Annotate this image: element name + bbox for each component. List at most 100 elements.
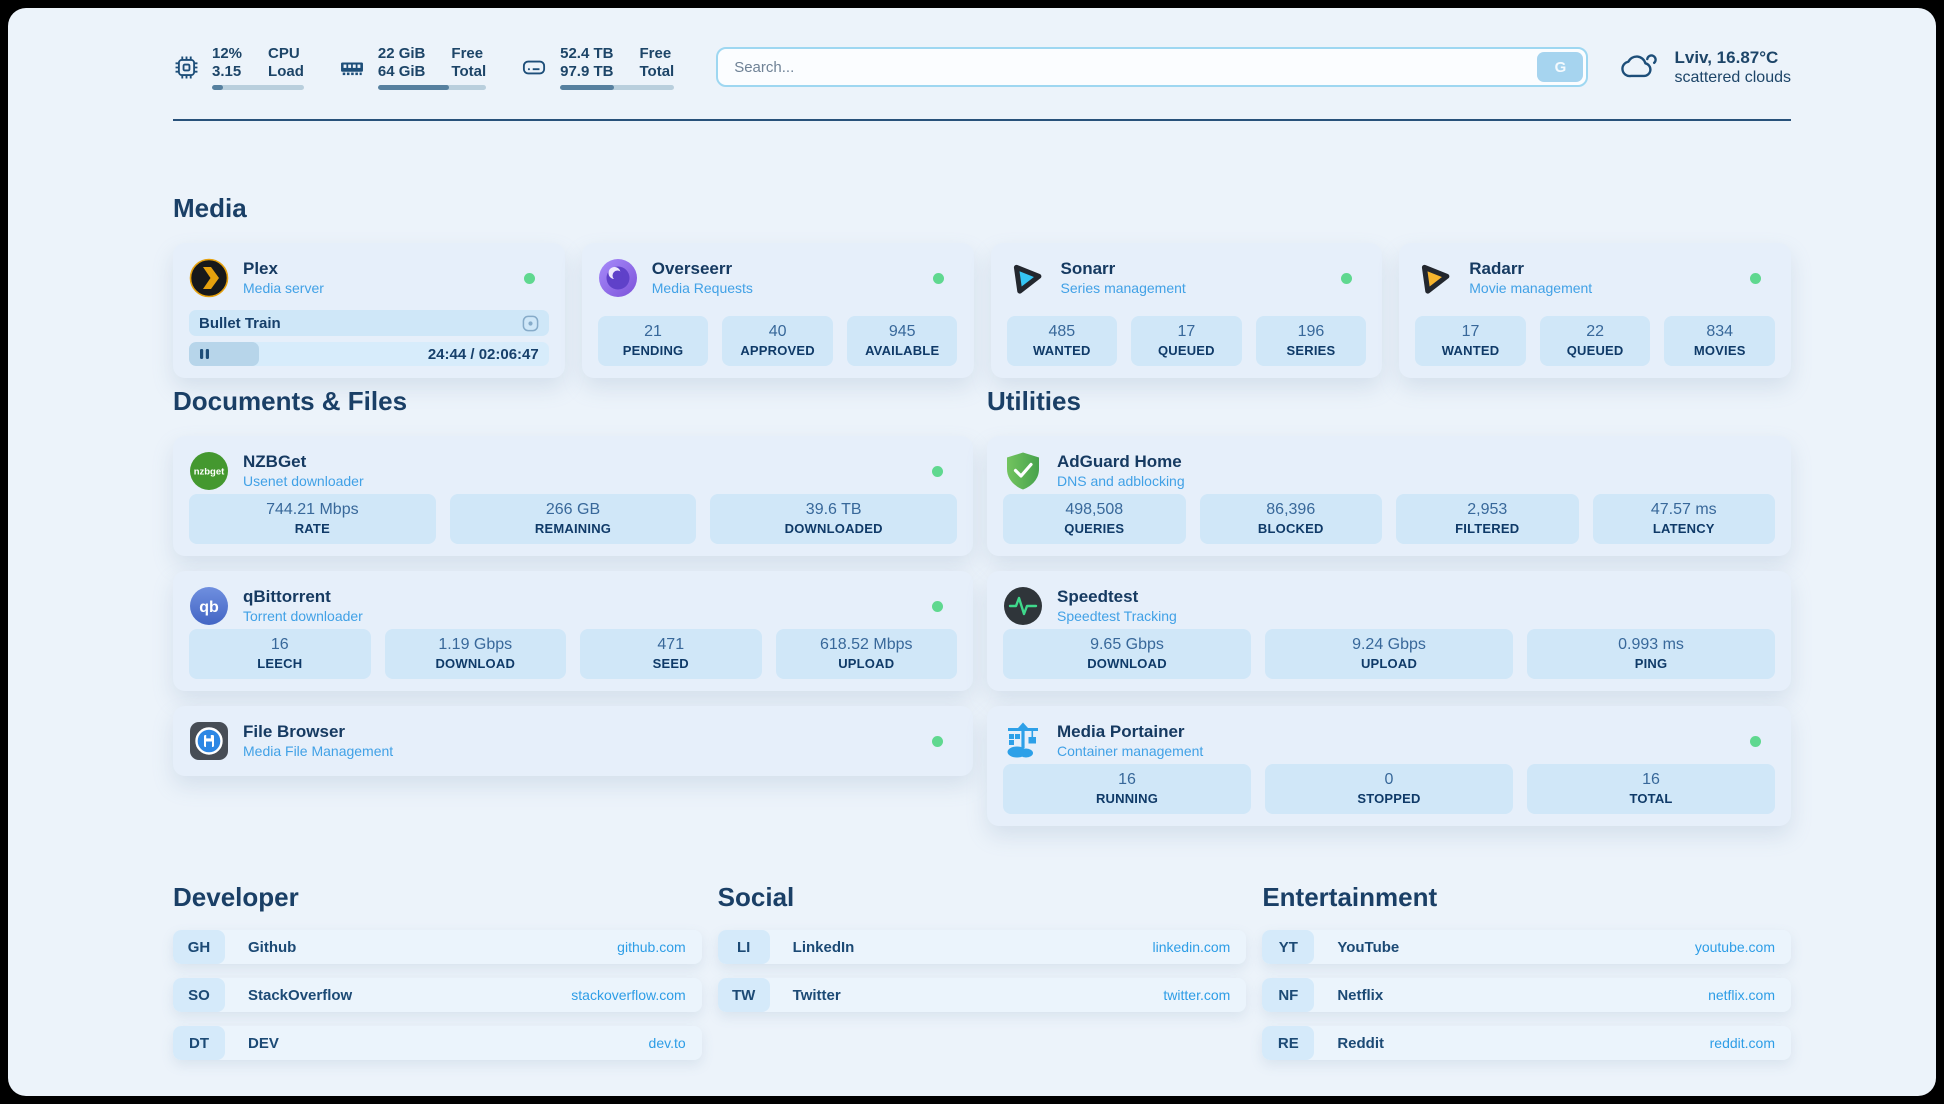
plex-link[interactable]: Plex Media server: [189, 255, 549, 301]
stats-row: 9.65 Gbps DOWNLOAD 9.24 Gbps UPLOAD 0.99…: [1003, 629, 1775, 679]
bookmark-tag: LI: [718, 930, 770, 964]
svg-text:qb: qb: [199, 599, 219, 616]
cpu-value-percent: 12%: [212, 45, 242, 62]
speedtest-link[interactable]: Speedtest Speedtest Tracking: [1003, 583, 1775, 629]
stat-pill: 485 WANTED: [1007, 316, 1118, 366]
bookmark-stackoverflow[interactable]: SO StackOverflow stackoverflow.com: [173, 978, 702, 1012]
app-name: Radarr: [1469, 259, 1592, 279]
entertainment-heading: Entertainment: [1262, 880, 1791, 914]
stat-pill: 16 RUNNING: [1003, 764, 1251, 814]
utilities-section: Utilities AdGuard Home: [987, 384, 1791, 841]
sonarr-card: Sonarr Series management 485 WANTED 17 Q…: [991, 243, 1383, 378]
stat-label: BLOCKED: [1204, 520, 1379, 537]
app-desc: Torrent downloader: [243, 608, 363, 625]
search-engine-button[interactable]: G: [1537, 52, 1583, 82]
bookmark-tag: DT: [173, 1026, 225, 1060]
developer-column: Developer GH Github github.com SO StackO…: [173, 880, 702, 1074]
stat-pill: 498,508 QUERIES: [1003, 494, 1186, 544]
stat-pill: 22 QUEUED: [1540, 316, 1651, 366]
stats-row: 17 WANTED 22 QUEUED 834 MOVIES: [1415, 316, 1775, 366]
app-desc: Media server: [243, 280, 324, 297]
stats-row: 16 LEECH 1.19 Gbps DOWNLOAD 471 SEED 618…: [189, 629, 957, 679]
app-desc: Container management: [1057, 743, 1203, 760]
stats-row: 744.21 Mbps RATE 266 GB REMAINING 39.6 T…: [189, 494, 957, 544]
bookmark-github[interactable]: GH Github github.com: [173, 930, 702, 964]
nzbget-card: nzbget NZBGet Usenet downloader 744.21 M…: [173, 436, 973, 556]
plex-card: Plex Media server Bullet Train: [173, 243, 565, 378]
cpu-metric: 12% 3.15 CPU Load: [173, 45, 304, 90]
bookmark-url: linkedin.com: [1153, 939, 1231, 955]
bookmarks-section: Developer GH Github github.com SO StackO…: [173, 880, 1791, 1074]
bookmark-name: StackOverflow: [248, 987, 352, 1004]
bookmark-tag: SO: [173, 978, 225, 1012]
cpu-progress-fill: [212, 85, 223, 90]
bookmark-tag: RE: [1262, 1026, 1314, 1060]
bookmark-netflix[interactable]: NF Netflix netflix.com: [1262, 978, 1791, 1012]
app-desc: Series management: [1061, 280, 1186, 297]
overseerr-link[interactable]: Overseerr Media Requests: [598, 255, 958, 301]
stat-pill: 17 WANTED: [1415, 316, 1526, 366]
system-metrics: 12% 3.15 CPU Load: [173, 45, 674, 90]
stat-value: 9.24 Gbps: [1269, 635, 1509, 655]
stat-pill: 9.24 Gbps UPLOAD: [1265, 629, 1513, 679]
social-column: Social LI LinkedIn linkedin.com TW Twitt…: [718, 880, 1247, 1074]
stat-label: DOWNLOAD: [1007, 655, 1247, 672]
disk-metric: 52.4 TB 97.9 TB Free Total: [520, 45, 674, 90]
stats-row: 16 RUNNING 0 STOPPED 16 TOTAL: [1003, 764, 1775, 814]
stat-pill: 16 TOTAL: [1527, 764, 1775, 814]
ram-value-free: 22 GiB: [378, 45, 426, 62]
overseerr-icon: [598, 258, 638, 298]
stats-row: 21 PENDING 40 APPROVED 945 AVAILABLE: [598, 316, 958, 366]
stat-pill: 266 GB REMAINING: [450, 494, 697, 544]
status-dot-online: [1750, 273, 1761, 284]
cpu-label-1: CPU: [268, 45, 304, 62]
stat-value: 39.6 TB: [714, 500, 953, 520]
stat-label: RUNNING: [1007, 790, 1247, 807]
stat-label: MOVIES: [1668, 342, 1771, 359]
bookmark-reddit[interactable]: RE Reddit reddit.com: [1262, 1026, 1791, 1060]
media-section: Media Plex Media server: [173, 191, 1791, 378]
stat-label: QUEUED: [1135, 342, 1238, 359]
stat-value: 17: [1419, 322, 1522, 342]
stat-value: 16: [193, 635, 367, 655]
cpu-label-2: Load: [268, 63, 304, 80]
bookmark-url: youtube.com: [1695, 939, 1775, 955]
topbar: 12% 3.15 CPU Load: [173, 34, 1791, 100]
nzbget-link[interactable]: nzbget NZBGet Usenet downloader: [189, 448, 957, 494]
bookmark-youtube[interactable]: YT YouTube youtube.com: [1262, 930, 1791, 964]
bookmark-name: Github: [248, 939, 296, 956]
stat-label: UPLOAD: [780, 655, 954, 672]
sonarr-link[interactable]: Sonarr Series management: [1007, 255, 1367, 301]
bookmark-dev[interactable]: DT DEV dev.to: [173, 1026, 702, 1060]
adguard-link[interactable]: AdGuard Home DNS and adblocking: [1003, 448, 1775, 494]
filebrowser-icon: [189, 721, 229, 761]
pause-icon[interactable]: [199, 348, 210, 360]
stat-pill: 9.65 Gbps DOWNLOAD: [1003, 629, 1251, 679]
filebrowser-link[interactable]: File Browser Media File Management: [189, 718, 957, 764]
radarr-link[interactable]: Radarr Movie management: [1415, 255, 1775, 301]
speedtest-icon: [1003, 586, 1043, 626]
bookmark-tag: YT: [1262, 930, 1314, 964]
portainer-card: Media Portainer Container management 16 …: [987, 706, 1791, 826]
cpu-icon: [173, 54, 200, 81]
stat-pill: 17 QUEUED: [1131, 316, 1242, 366]
stat-pill: 86,396 BLOCKED: [1200, 494, 1383, 544]
disc-icon[interactable]: [522, 315, 539, 332]
stat-pill: 47.57 ms LATENCY: [1593, 494, 1776, 544]
plex-icon: [189, 258, 229, 298]
ram-progress-fill: [378, 85, 449, 90]
adguard-card: AdGuard Home DNS and adblocking 498,508 …: [987, 436, 1791, 556]
disk-label-2: Total: [639, 63, 674, 80]
topbar-divider: [173, 119, 1791, 121]
bookmark-linkedin[interactable]: LI LinkedIn linkedin.com: [718, 930, 1247, 964]
media-heading: Media: [173, 191, 1791, 225]
ram-label-1: Free: [451, 45, 486, 62]
search-input[interactable]: [716, 47, 1588, 87]
stat-label: FILTERED: [1400, 520, 1575, 537]
filebrowser-card: File Browser Media File Management: [173, 706, 973, 776]
portainer-link[interactable]: Media Portainer Container management: [1003, 718, 1775, 764]
qbittorrent-link[interactable]: qb qBittorrent Torrent downloader: [189, 583, 957, 629]
bookmark-twitter[interactable]: TW Twitter twitter.com: [718, 978, 1247, 1012]
disk-progress-fill: [560, 85, 614, 90]
stat-label: RATE: [193, 520, 432, 537]
